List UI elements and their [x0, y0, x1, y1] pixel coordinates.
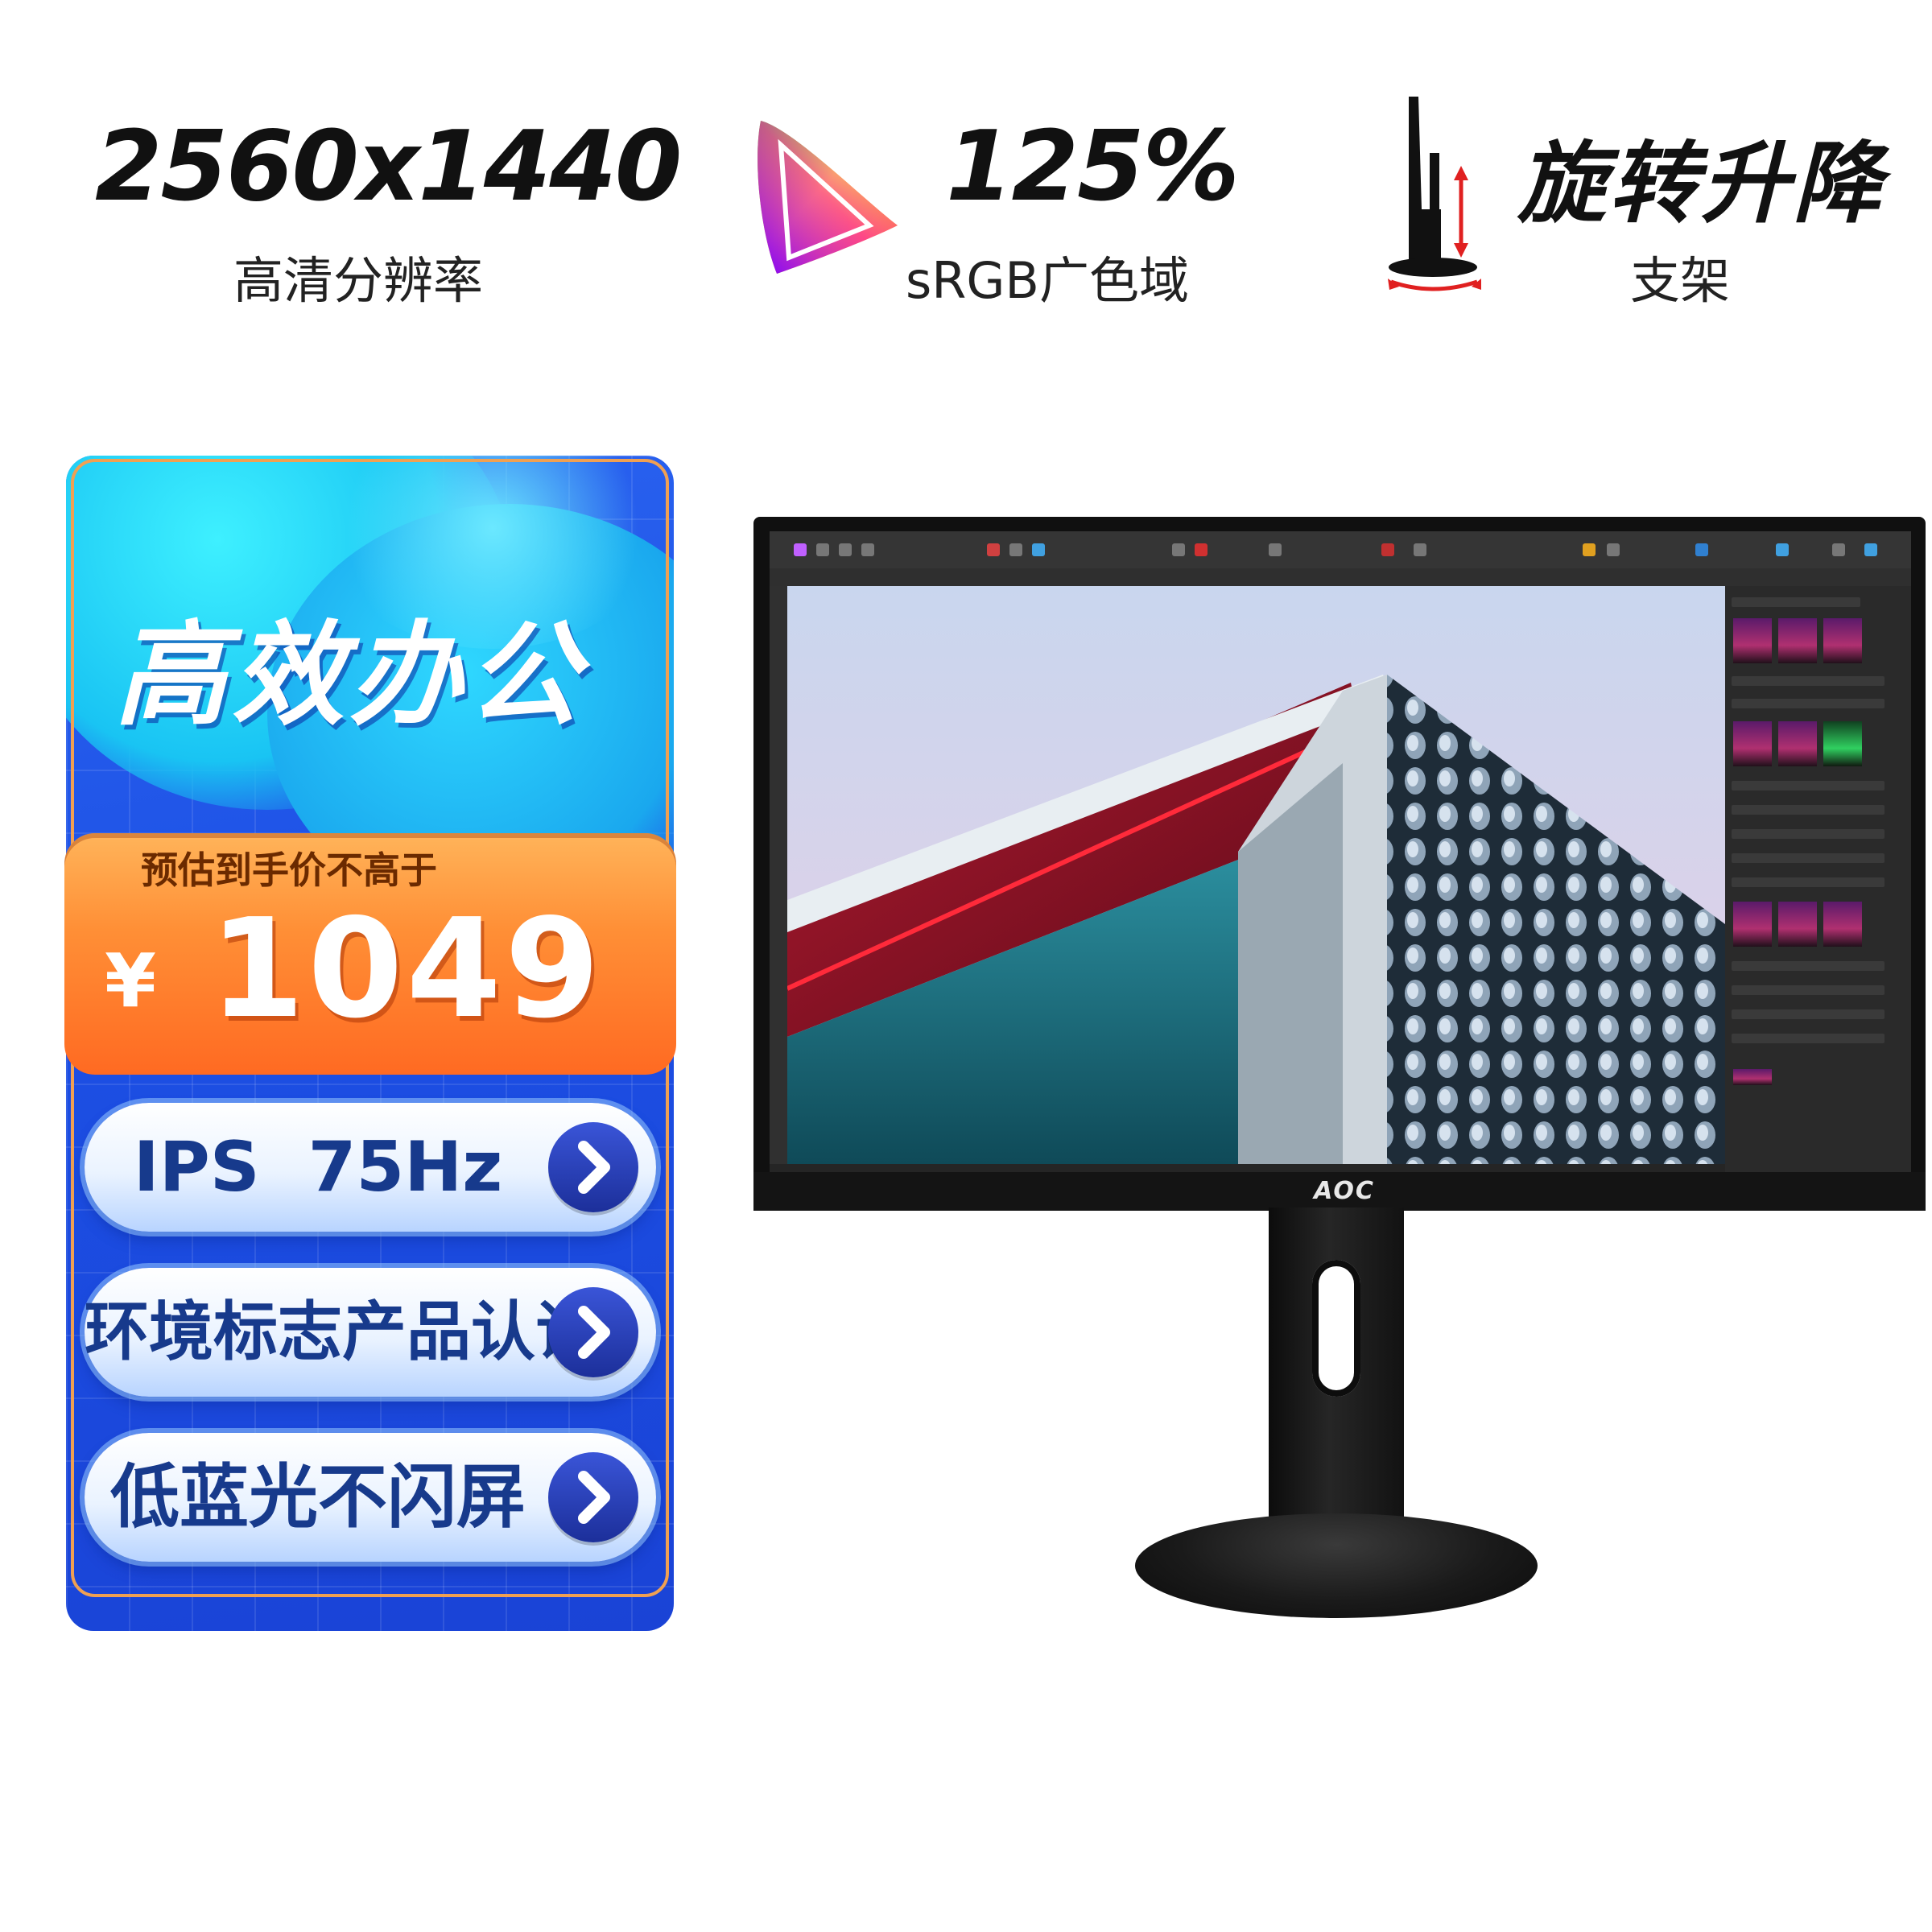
- color-gamut-icon: [758, 121, 898, 274]
- spec-gamut-subtitle: sRGB广色域: [906, 251, 1189, 310]
- monitor-stand-base: [1135, 1513, 1538, 1618]
- feature-pill-low-blue-light[interactable]: 低蓝光不闪屏: [85, 1433, 656, 1562]
- app-context-toolbar: [770, 568, 1911, 586]
- spec-resolution-title: 2560x1440: [95, 111, 682, 223]
- feature-label: IPS 75Hz: [133, 1127, 503, 1208]
- price-label: 预估到手价不高于: [141, 848, 437, 892]
- cable-management-hole: [1312, 1260, 1360, 1397]
- spec-stand-subtitle: 支架: [1630, 251, 1731, 310]
- app-toolbar: [770, 531, 1911, 568]
- chevron-right-icon[interactable]: [548, 1122, 638, 1212]
- chevron-right-icon[interactable]: [548, 1452, 638, 1542]
- stand-rotate-lift-icon: [1388, 97, 1481, 291]
- screen-photo: [787, 586, 1725, 1164]
- chevron-right-icon[interactable]: [548, 1287, 638, 1377]
- feature-label: 环境标志产品认证: [85, 1294, 600, 1369]
- brand-logo: AOC: [1314, 1177, 1375, 1205]
- feature-pill-certification[interactable]: 环境标志产品认证: [85, 1268, 656, 1397]
- feature-label: 低蓝光不闪屏: [110, 1457, 526, 1538]
- feature-pill-ips[interactable]: IPS 75Hz: [85, 1103, 656, 1232]
- price-currency: ¥: [105, 938, 157, 1024]
- spec-gamut-title: 125%: [946, 111, 1240, 223]
- spec-stand-title: 旋转升降: [1517, 132, 1885, 235]
- spec-resolution-subtitle: 高清分辨率: [233, 251, 484, 310]
- price-value: 1049: [209, 890, 604, 1049]
- app-adjustments-panel: [1725, 586, 1911, 1172]
